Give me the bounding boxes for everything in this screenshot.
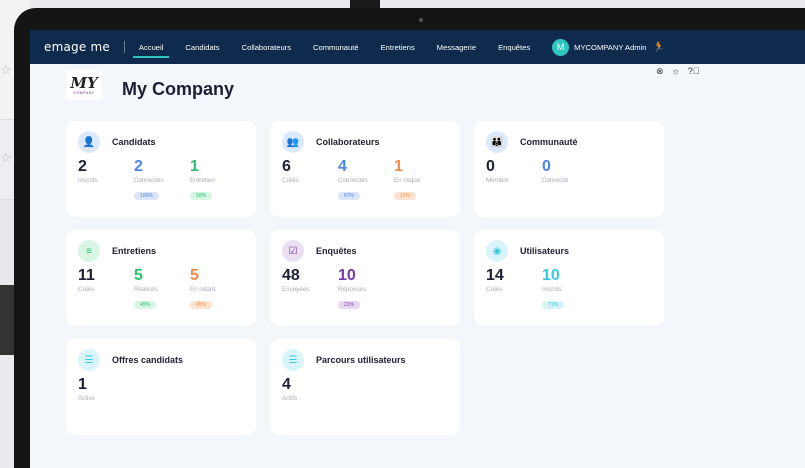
company-logo: MY COMPANY bbox=[66, 70, 102, 100]
nav-communaute[interactable]: Communauté bbox=[313, 30, 359, 64]
percent-badge: 17% bbox=[394, 192, 417, 200]
stat-actifs: 4 Actifs bbox=[282, 376, 298, 403]
company-logo-mark: MY bbox=[70, 73, 98, 92]
header-tools: ⊗ ☼ ?⃝ bbox=[656, 66, 700, 77]
card-title: Parcours utilisateurs bbox=[316, 355, 406, 365]
stat-en-risque: 1 En risque 17% bbox=[394, 158, 421, 200]
nav-entretiens[interactable]: Entretiens bbox=[381, 30, 415, 64]
card-parcours-utilisateurs[interactable]: ☰ Parcours utilisateurs 4 Actifs bbox=[270, 339, 460, 435]
card-communaute[interactable]: 👪 Communauté 0 Membre 0 Connecté bbox=[474, 121, 664, 217]
user-search-icon: 👤 bbox=[78, 131, 100, 153]
card-offres-candidats[interactable]: ☰ Offres candidats 1 Active bbox=[66, 339, 256, 435]
stat-connecte: 0 Connecté bbox=[542, 158, 569, 185]
percent-badge: 71% bbox=[542, 301, 565, 309]
background-notch bbox=[350, 0, 380, 8]
checklist-icon: ≡ bbox=[78, 240, 100, 262]
avatar: M bbox=[552, 38, 570, 56]
community-icon: 👪 bbox=[486, 131, 508, 153]
stat-envoyees: 48 Envoyées bbox=[282, 267, 310, 294]
card-title: Utilisateurs bbox=[520, 246, 570, 256]
card-candidats[interactable]: 👤 Candidats 2 Inscrits 2 Connectés 100% … bbox=[66, 121, 256, 217]
stat-connectes: 2 Connectés 100% bbox=[134, 158, 164, 200]
stat-membre: 0 Membre bbox=[486, 158, 509, 185]
user-circle-icon: ◉ bbox=[486, 240, 508, 262]
star-icon: ☆ bbox=[0, 150, 12, 165]
card-title: Offres candidats bbox=[112, 355, 184, 365]
percent-badge: 100% bbox=[134, 192, 159, 200]
percent-badge: 45% bbox=[190, 301, 213, 309]
stat-entretien: 1 Entretien 50% bbox=[190, 158, 215, 200]
logout-runner-icon[interactable]: 🏃 bbox=[652, 42, 664, 53]
percent-badge: 21% bbox=[338, 301, 361, 309]
stat-reponses: 10 Réponses 21% bbox=[338, 267, 366, 309]
nav-accueil[interactable]: Accueil bbox=[132, 30, 171, 64]
app-logo[interactable]: emage me bbox=[44, 40, 110, 54]
percent-badge: 50% bbox=[190, 192, 213, 200]
page-header: MY COMPANY My Company ⊗ ☼ ?⃝ bbox=[30, 64, 805, 108]
percent-badge: 45% bbox=[134, 301, 157, 309]
nav-enquetes[interactable]: Enquêtes bbox=[498, 30, 530, 64]
stat-realises: 5 Réalisés 45% bbox=[134, 267, 158, 309]
app-screen: emage me Accueil Candidats Collaborateur… bbox=[30, 30, 805, 468]
globe-icon[interactable]: ⊗ bbox=[656, 66, 664, 77]
top-navbar: emage me Accueil Candidats Collaborateur… bbox=[30, 30, 805, 64]
logo-separator bbox=[123, 41, 125, 53]
card-title: Candidats bbox=[112, 137, 156, 147]
stat-connectes: 4 Connectés 67% bbox=[338, 158, 368, 200]
percent-badge: 67% bbox=[338, 192, 361, 200]
user-name: MYCOMPANY Admin bbox=[574, 42, 647, 52]
card-enquetes[interactable]: ☑ Enquêtes 48 Envoyées 10 Réponses 21% bbox=[270, 230, 460, 326]
lightbulb-icon[interactable]: ☼ bbox=[672, 66, 680, 77]
card-title: Enquêtes bbox=[316, 246, 357, 256]
stat-inscrits: 10 Inscrits 71% bbox=[542, 268, 565, 311]
stat-en-retard: 5 En retard 45% bbox=[190, 267, 216, 309]
nav-candidats[interactable]: Candidats bbox=[185, 30, 219, 64]
stat-crees: 11 Créés bbox=[78, 267, 95, 294]
survey-icon: ☑ bbox=[282, 240, 304, 262]
star-icon: ☆ bbox=[0, 62, 12, 77]
stat-active: 1 Active bbox=[78, 376, 95, 403]
page-title: My Company bbox=[122, 79, 235, 99]
list-icon: ☰ bbox=[282, 349, 304, 371]
card-entretiens[interactable]: ≡ Entretiens 11 Créés 5 Réalisés 45% 5 E… bbox=[66, 230, 256, 326]
nav-collaborateurs[interactable]: Collaborateurs bbox=[242, 30, 291, 64]
user-menu[interactable]: M MYCOMPANY Admin 🏃 bbox=[552, 38, 665, 56]
card-title: Entretiens bbox=[112, 246, 157, 256]
stat-inscrits: 2 Inscrits bbox=[78, 158, 98, 185]
stat-crees: 6 Créés bbox=[282, 158, 299, 185]
card-title: Collaborateurs bbox=[316, 137, 380, 147]
card-collaborateurs[interactable]: 👥 Collaborateurs 6 Créés 4 Connectés 67%… bbox=[270, 121, 460, 217]
users-icon: 👥 bbox=[282, 131, 304, 153]
help-icon[interactable]: ?⃝ bbox=[688, 66, 700, 77]
company-logo-sub: COMPANY bbox=[73, 90, 95, 95]
nav-messagerie[interactable]: Messagerie bbox=[437, 30, 476, 64]
device-frame: emage me Accueil Candidats Collaborateur… bbox=[14, 8, 805, 468]
card-title: Communauté bbox=[520, 137, 578, 147]
camera-dot bbox=[419, 18, 423, 22]
card-utilisateurs[interactable]: ◉ Utilisateurs 14 Créés 10 Inscrits 71% bbox=[474, 230, 664, 326]
list-icon: ☰ bbox=[78, 349, 100, 371]
stat-crees: 14 Créés bbox=[486, 267, 504, 294]
